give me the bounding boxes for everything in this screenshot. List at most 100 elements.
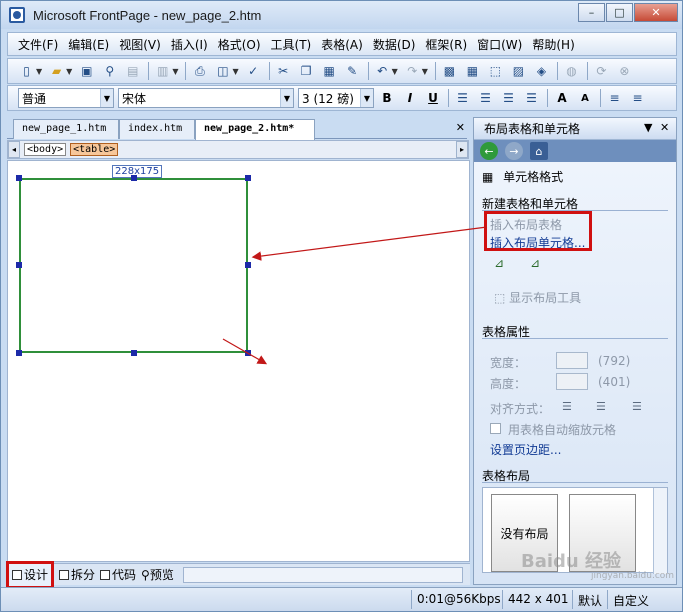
publish-icon[interactable]: ▤: [124, 63, 141, 80]
pane-close-icon[interactable]: ✕: [660, 121, 669, 134]
tag-right-arrow-icon[interactable]: ▸: [456, 141, 468, 158]
web-component-icon[interactable]: ▩: [441, 63, 458, 80]
underline-button[interactable]: U: [424, 91, 442, 105]
resize-handle[interactable]: [16, 262, 22, 268]
grow-font-button[interactable]: A: [553, 91, 571, 105]
align-left-icon[interactable]: ☰: [562, 400, 572, 413]
forward-icon[interactable]: →: [505, 142, 523, 160]
menu-view[interactable]: 视图(V): [119, 36, 161, 53]
draw-table-icon[interactable]: ⊿: [494, 256, 504, 270]
numbered-list-icon[interactable]: ≡: [606, 90, 623, 107]
resize-handle[interactable]: [131, 175, 137, 181]
insert-layout-table-link[interactable]: 插入布局表格: [490, 216, 562, 233]
insert-layer-icon[interactable]: ⬚: [487, 63, 504, 80]
code-view-button[interactable]: 代码: [100, 566, 136, 583]
shrink-font-button[interactable]: A: [576, 93, 594, 104]
font-select[interactable]: 宋体 ▼: [118, 88, 294, 108]
resize-handle[interactable]: [16, 175, 22, 181]
close-tab-icon[interactable]: ✕: [456, 121, 465, 134]
chevron-down-icon[interactable]: ▼: [36, 67, 42, 76]
design-view-button[interactable]: 设计: [6, 560, 55, 589]
menu-data[interactable]: 数据(D): [373, 36, 416, 53]
preview-browser-icon[interactable]: ◫: [214, 63, 231, 80]
print-icon[interactable]: ⎙: [191, 63, 208, 80]
spelling-icon[interactable]: ✓: [245, 63, 262, 80]
tag-left-arrow-icon[interactable]: ◂: [8, 141, 20, 158]
toggle-pane-icon[interactable]: ▥: [154, 63, 171, 80]
chevron-down-icon[interactable]: ▼: [66, 67, 72, 76]
menu-frames[interactable]: 框架(R): [425, 36, 467, 53]
maximize-button[interactable]: □: [606, 3, 633, 22]
new-page-icon[interactable]: ▯: [18, 63, 35, 80]
autoscale-checkbox[interactable]: [490, 423, 501, 434]
open-folder-icon[interactable]: ▰: [48, 63, 65, 80]
back-icon[interactable]: ←: [480, 142, 498, 160]
mode-default[interactable]: 默认: [578, 592, 602, 609]
menu-format[interactable]: 格式(O): [218, 36, 261, 53]
chevron-down-icon[interactable]: ▼: [392, 67, 398, 76]
hyperlink-icon[interactable]: ◍: [563, 63, 580, 80]
insert-picture-icon[interactable]: ▨: [510, 63, 527, 80]
redo-icon[interactable]: ↷: [404, 63, 421, 80]
minimize-button[interactable]: –: [578, 3, 605, 22]
align-right-icon[interactable]: ☰: [632, 400, 642, 413]
chevron-down-icon[interactable]: ▼: [232, 67, 238, 76]
resize-handle[interactable]: [245, 262, 251, 268]
show-layout-tool-link[interactable]: ⬚ 显示布局工具: [494, 289, 581, 306]
insert-table-icon[interactable]: ▦: [464, 63, 481, 80]
bullet-list-icon[interactable]: ≡: [629, 90, 646, 107]
draw-cell-icon[interactable]: ⊿: [530, 256, 540, 270]
cut-icon[interactable]: ✂: [275, 63, 292, 80]
save-icon[interactable]: ▣: [78, 63, 95, 80]
format-painter-icon[interactable]: ✎: [344, 63, 361, 80]
menu-tools[interactable]: 工具(T): [271, 36, 312, 53]
insert-layout-cell-link[interactable]: 插入布局单元格...: [490, 234, 585, 251]
gallery-scrollbar[interactable]: [653, 488, 667, 574]
home-icon[interactable]: ⌂: [530, 142, 548, 160]
stop-icon[interactable]: ⊗: [616, 63, 633, 80]
drawing-icon[interactable]: ◈: [533, 63, 550, 80]
style-select[interactable]: 普通 ▼: [18, 88, 114, 108]
font-size-select[interactable]: 3 (12 磅) ▼: [298, 88, 374, 108]
bold-button[interactable]: B: [378, 91, 396, 105]
close-button[interactable]: ✕: [634, 3, 678, 22]
refresh-icon[interactable]: ⟳: [593, 63, 610, 80]
tag-table[interactable]: <table>: [70, 143, 119, 156]
preview-view-button[interactable]: ⚲ 预览: [141, 566, 174, 583]
copy-icon[interactable]: ❐: [298, 63, 315, 80]
align-right-icon[interactable]: ☰: [500, 90, 517, 107]
tab-index[interactable]: index.htm: [119, 119, 195, 139]
menu-window[interactable]: 窗口(W): [477, 36, 522, 53]
menu-edit[interactable]: 编辑(E): [68, 36, 109, 53]
tab-new-page-1[interactable]: new_page_1.htm: [13, 119, 119, 139]
align-left-icon[interactable]: ☰: [454, 90, 471, 107]
paste-icon[interactable]: ▦: [321, 63, 338, 80]
set-margins-link[interactable]: 设置页边距...: [490, 441, 561, 458]
chevron-down-icon[interactable]: ▼: [422, 67, 428, 76]
italic-button[interactable]: I: [401, 91, 419, 105]
chevron-down-icon[interactable]: ▼: [280, 89, 293, 107]
resize-handle[interactable]: [245, 175, 251, 181]
menu-table[interactable]: 表格(A): [321, 36, 363, 53]
split-view-button[interactable]: 拆分: [59, 566, 95, 583]
horizontal-scrollbar[interactable]: [182, 566, 463, 583]
pane-dropdown-icon[interactable]: ▼: [644, 121, 652, 134]
tab-new-page-2[interactable]: new_page_2.htm*: [195, 119, 315, 140]
height-input[interactable]: [556, 373, 588, 390]
width-input[interactable]: [556, 352, 588, 369]
menu-file[interactable]: 文件(F): [18, 36, 58, 53]
mode-custom[interactable]: 自定义: [613, 592, 649, 609]
undo-icon[interactable]: ↶: [374, 63, 391, 80]
chevron-down-icon[interactable]: ▼: [360, 89, 373, 107]
page-dimensions[interactable]: 442 x 401: [508, 592, 569, 606]
layout-table[interactable]: [19, 178, 248, 353]
align-center-icon[interactable]: ☰: [596, 400, 606, 413]
menu-insert[interactable]: 插入(I): [171, 36, 208, 53]
menu-help[interactable]: 帮助(H): [532, 36, 574, 53]
resize-handle[interactable]: [245, 350, 251, 356]
cell-formatting-link[interactable]: ▦ 单元格格式: [482, 168, 563, 185]
justify-icon[interactable]: ☰: [523, 90, 540, 107]
chevron-down-icon[interactable]: ▼: [172, 67, 178, 76]
find-icon[interactable]: ⚲: [101, 63, 118, 80]
resize-handle[interactable]: [16, 350, 22, 356]
